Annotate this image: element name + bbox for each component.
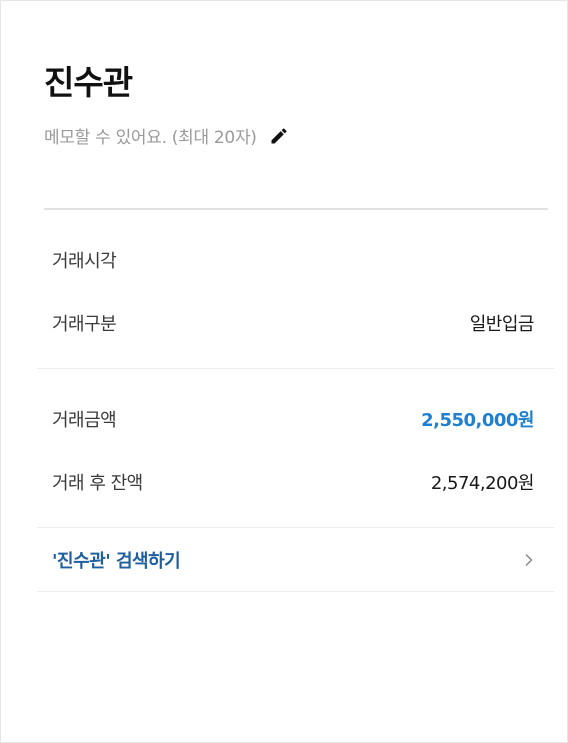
- search-merchant-label[interactable]: '진수관' 검색하기: [52, 547, 181, 573]
- transaction-amount-value: 2,550,000원: [421, 410, 534, 431]
- section-divider: [37, 527, 554, 528]
- balance-after-value: 2,574,200원: [430, 473, 535, 494]
- transaction-time-label: 거래시각: [52, 251, 117, 272]
- search-merchant-link[interactable]: '진수관' 검색하기: [52, 547, 536, 573]
- header-divider: [44, 208, 548, 210]
- transaction-type-value: 일반입금: [469, 314, 535, 335]
- transaction-type-label: 거래구분: [52, 314, 117, 335]
- transaction-amount-row: 거래금액 2,550,000원: [52, 406, 534, 432]
- page-title: 진수관: [44, 63, 133, 102]
- memo-row[interactable]: 메모할 수 있어요. (최대 20자): [44, 123, 289, 148]
- pencil-icon[interactable]: [269, 126, 289, 146]
- balance-after-row: 거래 후 잔액 2,574,200원: [52, 469, 535, 495]
- memo-placeholder[interactable]: 메모할 수 있어요. (최대 20자): [44, 123, 257, 148]
- section-divider: [37, 591, 554, 592]
- balance-after-label: 거래 후 잔액: [52, 473, 143, 494]
- section-divider: [37, 368, 554, 369]
- transaction-amount-label: 거래금액: [52, 410, 117, 431]
- transaction-detail-panel: 진수관 메모할 수 있어요. (최대 20자) 거래시각 거래구분 일반입금 거…: [0, 0, 568, 743]
- transaction-type-row: 거래구분 일반입금: [52, 310, 535, 336]
- transaction-time-row: 거래시각: [52, 247, 534, 273]
- chevron-right-icon[interactable]: [522, 553, 536, 567]
